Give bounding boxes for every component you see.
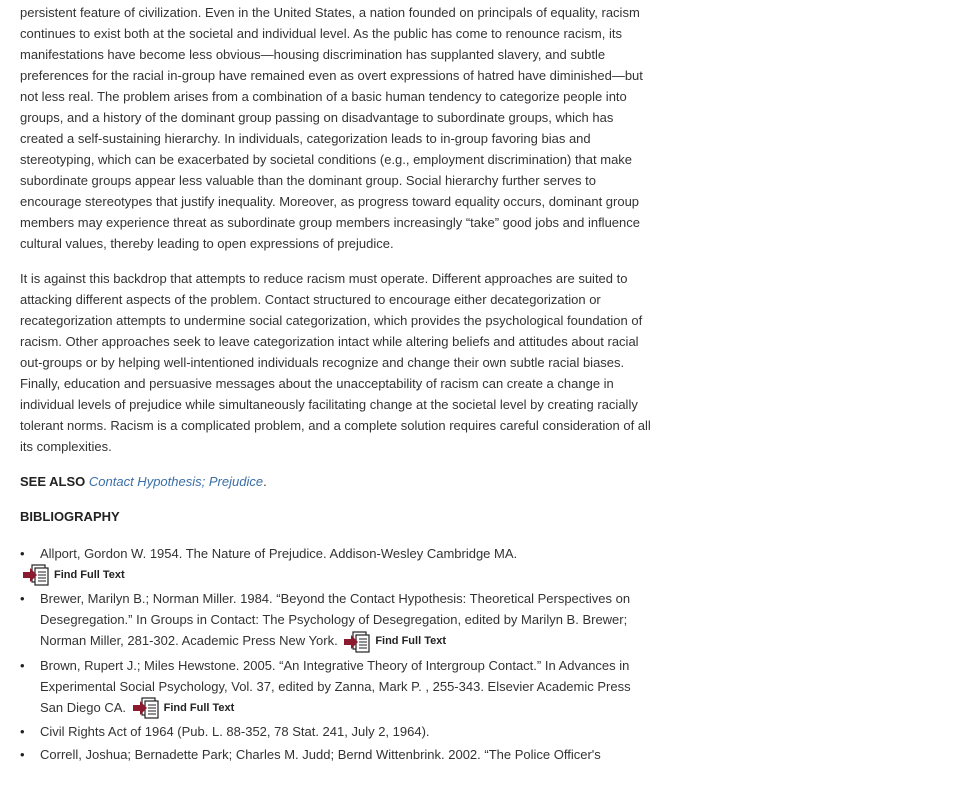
find-full-text-button[interactable]: Find Full Text [22, 564, 652, 586]
article-body: persistent feature of civilization. Even… [20, 2, 652, 767]
citation-text: Brewer, Marilyn B.; Norman Miller. 1984.… [40, 591, 631, 648]
bibliography-item: • Brown, Rupert J.; Miles Hewstone. 2005… [20, 655, 652, 720]
paragraph: persistent feature of civilization. Even… [20, 5, 643, 251]
find-full-text-label: Find Full Text [54, 568, 125, 581]
bullet-icon: • [20, 657, 25, 673]
bibliography-item: • Civil Rights Act of 1964 (Pub. L. 88-3… [20, 721, 652, 742]
see-also: SEE ALSO Contact Hypothesis; Prejudice. [20, 471, 652, 492]
see-also-link-prejudice[interactable]: Prejudice [209, 474, 263, 489]
see-also-label: SEE ALSO [20, 474, 86, 489]
bibliography-list: • Allport, Gordon W. 1954. The Nature of… [20, 543, 652, 765]
find-full-text-button[interactable]: Find Full Text [343, 630, 446, 653]
find-full-text-label: Find Full Text [375, 635, 446, 648]
bibliography-heading: BIBLIOGRAPHY [20, 509, 120, 524]
bibliography-item: • Correll, Joshua; Bernadette Park; Char… [20, 744, 652, 765]
find-full-text-button[interactable]: Find Full Text [132, 697, 235, 719]
bibliography-item: • Allport, Gordon W. 1954. The Nature of… [20, 543, 652, 586]
bibliography-item: • Brewer, Marilyn B.; Norman Miller. 198… [20, 588, 652, 653]
bullet-icon: • [20, 546, 25, 561]
citation-text: Brown, Rupert J.; Miles Hewstone. 2005. … [40, 657, 631, 715]
find-full-text-icon [132, 697, 159, 719]
bullet-icon: • [20, 747, 25, 763]
citation-text: Correll, Joshua; Bernadette Park; Charle… [40, 747, 601, 763]
see-also-separator: ; [201, 474, 209, 489]
bullet-icon: • [20, 724, 25, 740]
bullet-icon: • [20, 591, 25, 606]
citation-text: Civil Rights Act of 1964 (Pub. L. 88-352… [40, 724, 430, 740]
citation-text: Allport, Gordon W. 1954. The Nature of P… [40, 546, 518, 561]
find-full-text-icon [23, 564, 49, 586]
paragraph: It is against this backdrop that attempt… [20, 271, 651, 454]
see-also-link-contact-hypothesis[interactable]: Contact Hypothesis [89, 474, 202, 489]
find-full-text-label: Find Full Text [163, 701, 235, 714]
find-full-text-icon [344, 630, 370, 653]
see-also-end: . [263, 474, 267, 489]
